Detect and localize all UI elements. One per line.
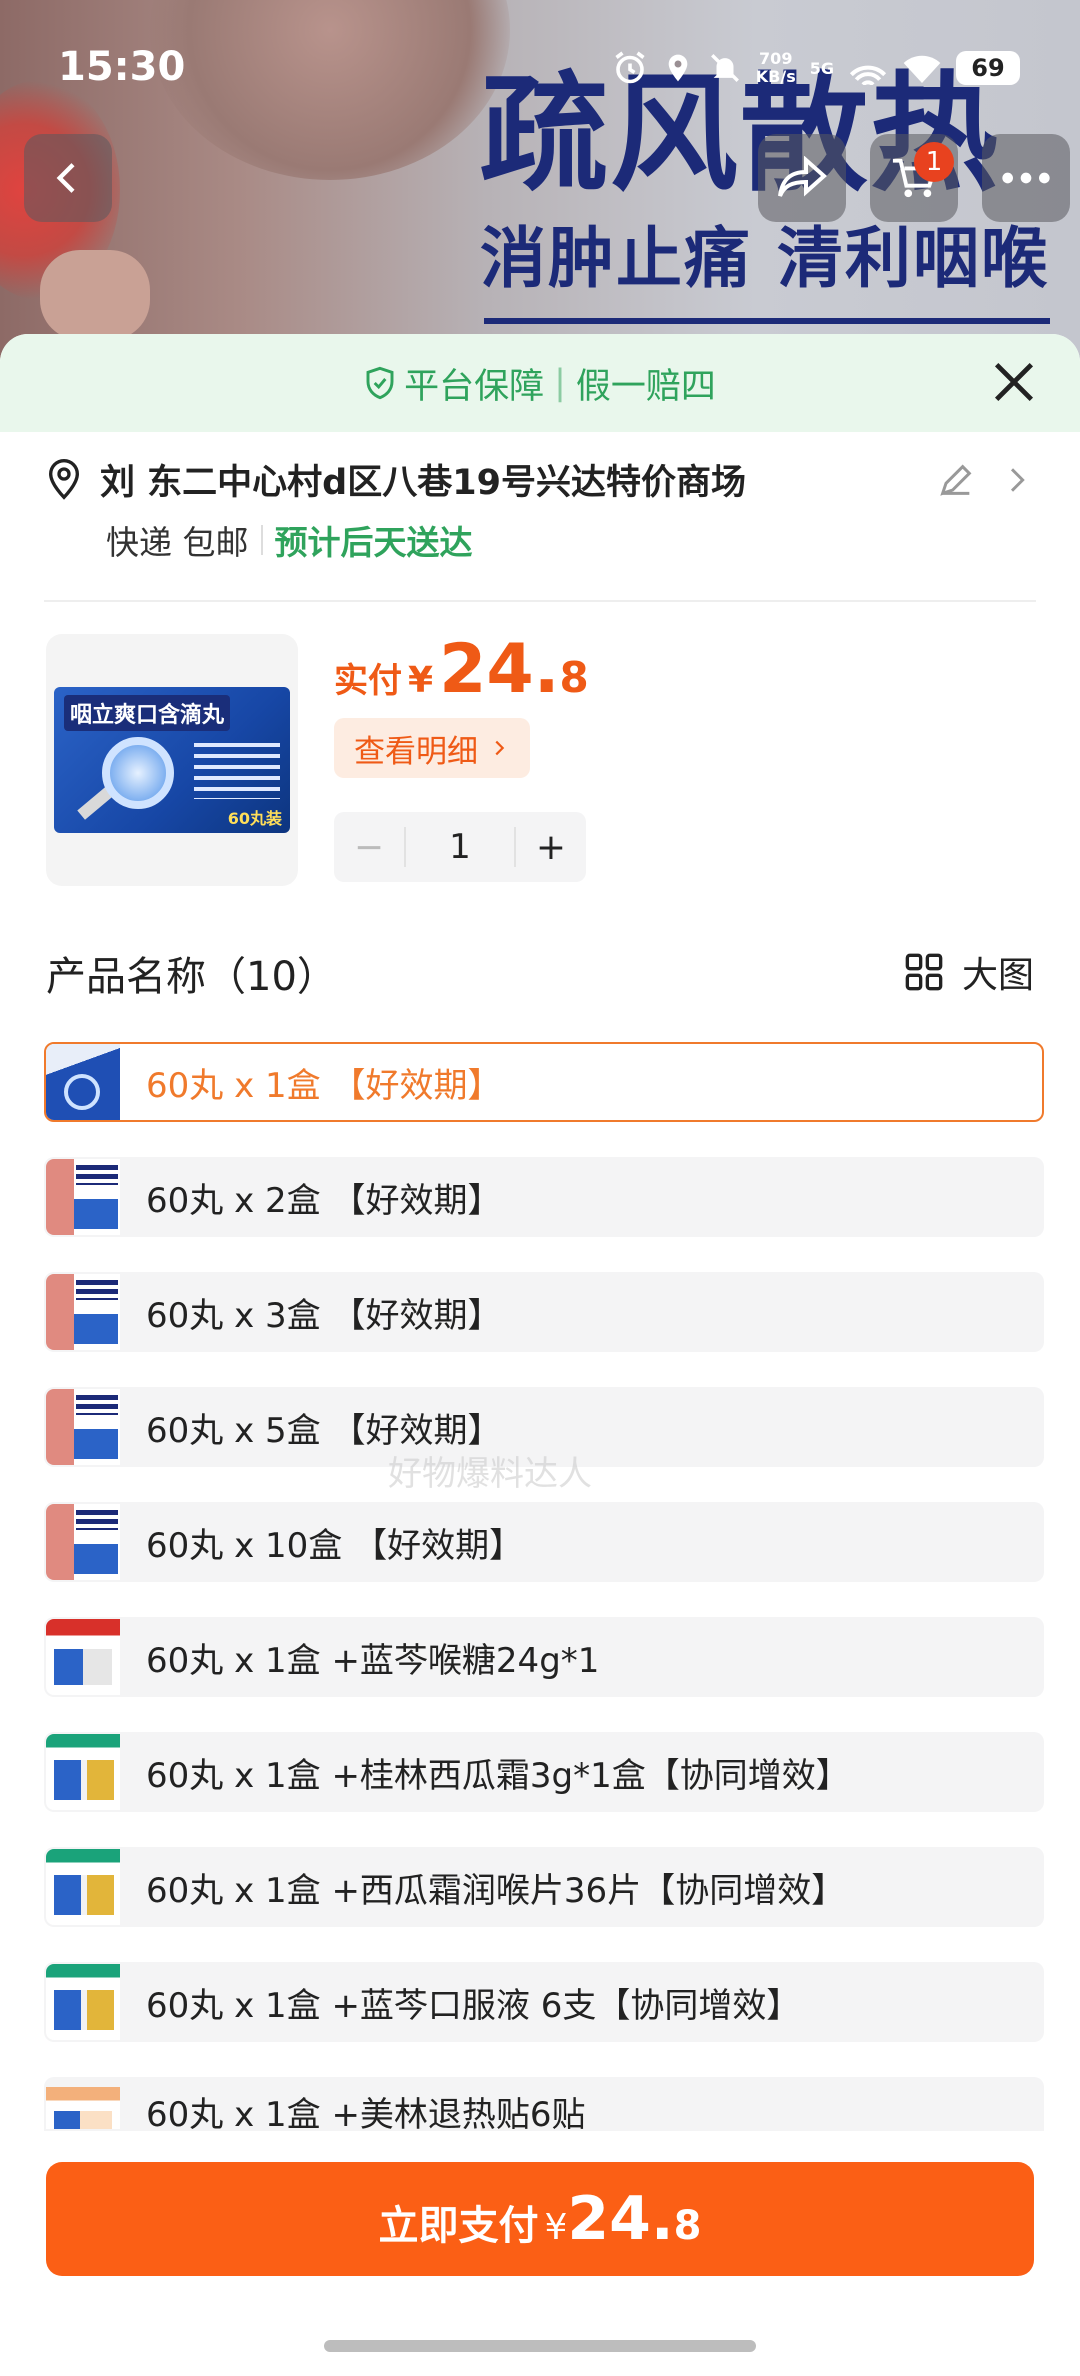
watermark-text: 好物爆料达人 xyxy=(388,1454,592,1494)
option-item[interactable]: 60丸 x 1盒 +蓝芩口服液 6支【协同增效】 xyxy=(44,1962,1044,2042)
option-list: 60丸 x 1盒 【好效期】 60丸 x 2盒 【好效期】 60丸 x 3盒 【… xyxy=(44,1042,1044,2131)
product-box-count: 60丸装 xyxy=(227,809,282,828)
share-button[interactable] xyxy=(758,134,846,222)
option-thumbnail xyxy=(46,1159,120,1235)
option-thumbnail xyxy=(46,1389,120,1465)
option-thumbnail xyxy=(46,1734,120,1810)
banner-rule xyxy=(484,318,1050,324)
address-section[interactable]: 刘 东二中心村d区八巷19号兴达特价商场 快递 包邮 预计后天送达 xyxy=(44,454,1036,564)
option-item[interactable]: 60丸 x 2盒 【好效期】 xyxy=(44,1157,1044,1237)
product-box-title: 咽立爽口含滴丸 xyxy=(64,695,231,731)
product-image[interactable]: 咽立爽口含滴丸 60丸装 xyxy=(46,634,298,886)
guarantee-separator: | xyxy=(554,363,566,403)
magnifier-lens xyxy=(102,737,174,809)
guarantee-left: 平台保障 xyxy=(404,366,545,407)
wifi-icon xyxy=(903,55,941,83)
quantity-value[interactable]: 1 xyxy=(404,827,516,867)
view-details-button[interactable]: 查看明细 xyxy=(334,718,530,778)
signal-icon xyxy=(849,65,887,85)
option-label: 60丸 x 1盒 +西瓜霜润喉片36片【协同增效】 xyxy=(146,1870,846,1911)
shipping-method: 快递 包邮 xyxy=(106,523,249,562)
status-time: 15:30 xyxy=(58,44,186,90)
option-thumbnail xyxy=(46,1849,120,1925)
address-text: 刘 东二中心村d区八巷19号兴达特价商场 xyxy=(100,462,746,503)
pay-now-button[interactable]: 立即支付 ¥ 24. 8 xyxy=(46,2162,1034,2276)
pay-label: 立即支付 xyxy=(378,2203,539,2249)
chevron-left-icon xyxy=(56,163,75,193)
cart-button[interactable]: 1 xyxy=(870,134,958,222)
chevron-right-icon xyxy=(495,740,505,756)
banner-subline: 消肿止痛 清利咽喉 xyxy=(480,220,1049,297)
status-icons: 709 KB/s 5G 69 xyxy=(612,50,1020,86)
spec-title: 产品名称（10） xyxy=(46,954,337,1000)
purchase-sheet: 平台保障 | 假一赔四 刘 东二中心村d区八巷19号兴达特价商场 快递 包邮 预… xyxy=(0,334,1080,2376)
decrease-button[interactable]: − xyxy=(334,827,404,868)
net-speed: 709 KB/s xyxy=(755,49,796,86)
pay-price-decimal: 8 xyxy=(673,2203,702,2249)
close-icon[interactable] xyxy=(988,356,1040,408)
option-label: 60丸 x 3盒 【好效期】 xyxy=(146,1295,502,1336)
alarm-icon xyxy=(615,51,645,84)
pay-price-integer: 24. xyxy=(567,2184,674,2254)
option-label: 60丸 x 10盒 【好效期】 xyxy=(146,1525,524,1566)
big-view-label: 大图 xyxy=(961,955,1034,996)
option-thumbnail xyxy=(46,1504,120,1580)
price-integer: 24. xyxy=(439,630,560,709)
actual-price: 实付 ¥ 24. 8 xyxy=(334,630,589,709)
home-indicator[interactable] xyxy=(324,2340,756,2352)
option-label: 60丸 x 1盒 +蓝芩口服液 6支【协同增效】 xyxy=(146,1985,801,2026)
option-label: 60丸 x 1盒 +桂林西瓜霜3g*1盒【协同增效】 xyxy=(146,1755,850,1796)
more-icon xyxy=(1002,172,1050,184)
guarantee-right: 假一赔四 xyxy=(575,366,716,407)
box-text-lines xyxy=(194,743,280,799)
shipping-divider xyxy=(260,525,263,555)
shield-check-icon xyxy=(366,366,394,400)
option-label: 60丸 x 1盒 +蓝芩喉糖24g*1 xyxy=(146,1640,600,1681)
share-icon xyxy=(778,156,828,197)
shipping-info: 快递 包邮 预计后天送达 xyxy=(106,516,1036,564)
edit-icon[interactable] xyxy=(936,460,976,500)
increase-button[interactable]: + xyxy=(516,827,586,868)
option-item[interactable]: 60丸 x 1盒 【好效期】 xyxy=(44,1042,1044,1122)
view-details-label: 查看明细 xyxy=(354,733,478,770)
big-view-toggle[interactable]: 大图 xyxy=(904,946,1034,998)
back-button[interactable] xyxy=(24,134,112,222)
mute-icon xyxy=(710,54,739,82)
banner-thumb-image xyxy=(40,250,150,340)
option-label: 60丸 x 1盒 +美林退热贴6贴 xyxy=(146,2095,586,2131)
option-label: 60丸 x 2盒 【好效期】 xyxy=(146,1180,502,1221)
option-item[interactable]: 60丸 x 1盒 +美林退热贴6贴 xyxy=(44,2077,1044,2131)
quantity-stepper[interactable]: − 1 + xyxy=(334,812,586,882)
pay-currency: ¥ xyxy=(544,2207,568,2248)
option-label: 60丸 x 1盒 【好效期】 xyxy=(146,1065,502,1106)
price-currency: ¥ xyxy=(408,660,434,701)
option-item[interactable]: 60丸 x 1盒 +桂林西瓜霜3g*1盒【协同增效】 xyxy=(44,1732,1044,1812)
option-label: 60丸 x 5盒 【好效期】 xyxy=(146,1410,502,1451)
option-thumbnail xyxy=(46,1964,120,2040)
option-thumbnail xyxy=(46,2087,120,2129)
option-item[interactable]: 60丸 x 1盒 +蓝芩喉糖24g*1 xyxy=(44,1617,1044,1697)
option-item[interactable]: 60丸 x 3盒 【好效期】 xyxy=(44,1272,1044,1352)
option-thumbnail xyxy=(46,1619,120,1695)
battery-icon: 69 xyxy=(956,51,1020,85)
price-decimal: 8 xyxy=(559,653,589,702)
delivery-eta: 预计后天送达 xyxy=(274,523,473,562)
option-item[interactable]: 60丸 x 1盒 +西瓜霜润喉片36片【协同增效】 xyxy=(44,1847,1044,1927)
location-pin-icon xyxy=(48,458,80,500)
location-icon xyxy=(668,54,688,82)
option-thumbnail xyxy=(46,1044,120,1120)
price-label: 实付 xyxy=(334,661,402,701)
option-item[interactable]: 60丸 x 10盒 【好效期】 xyxy=(44,1502,1044,1582)
status-bar: 15:30 709 KB/s 5G 69 xyxy=(0,0,1080,140)
signal-label: 5G xyxy=(809,58,834,78)
chevron-right-icon[interactable] xyxy=(1000,462,1032,498)
more-button[interactable] xyxy=(982,134,1070,222)
section-divider xyxy=(44,600,1036,602)
guarantee-bar: 平台保障 | 假一赔四 xyxy=(0,334,1080,432)
option-thumbnail xyxy=(46,1274,120,1350)
product-box-image: 咽立爽口含滴丸 60丸装 xyxy=(54,687,290,833)
cart-count-badge: 1 xyxy=(914,142,954,182)
grid-icon xyxy=(905,953,943,991)
